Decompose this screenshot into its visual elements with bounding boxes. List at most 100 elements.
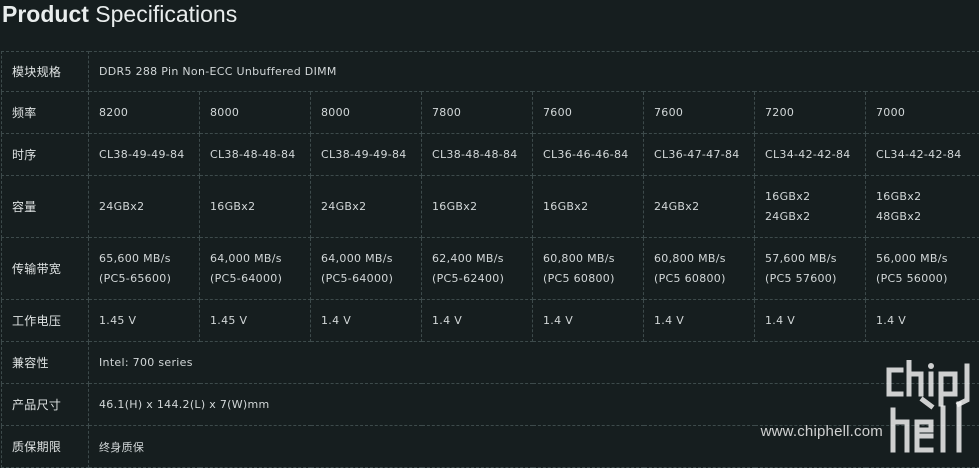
cell-text: 64,000 MB/s [210, 251, 282, 265]
table-cell: 7800 [421, 91, 533, 134]
table-cell: 1.4 V [754, 299, 866, 342]
cell-text: 16GBx2 [765, 189, 811, 203]
table-cell: 56,000 MB/s (PC5 56000) [864, 237, 979, 300]
table-cell: 7600 [643, 91, 755, 134]
table-row: 时序 CL38-49-49-84 CL38-48-48-84 CL38-49-49-8… [1, 133, 979, 176]
chiphell-logo [886, 360, 970, 453]
cell-text: 24GBx2 [321, 199, 367, 213]
page-title-bold: Product [2, 1, 89, 27]
cell-text: 16GBx2 [876, 189, 922, 203]
cell-text: 1.4 V [543, 313, 574, 327]
cell-text: 60,800 MB/s [654, 251, 726, 265]
cell-text: 1.4 V [321, 313, 352, 327]
row-label: 工作电压 [1, 299, 89, 342]
table-cell: 1.4 V [310, 299, 422, 342]
table-cell: CL38-48-48-84 [199, 133, 311, 176]
table-row: 模块规格 DDR5 288 Pin Non-ECC Unbuffered DIMM [1, 51, 979, 92]
row-label: 容量 [1, 175, 89, 238]
cell-text: (PC5 57600) [765, 271, 837, 285]
table-cell: CL38-49-49-84 [88, 133, 200, 176]
cell-text: 1.4 V [432, 313, 463, 327]
table-cell: CL36-47-47-84 [643, 133, 755, 176]
cell-text: (PC5 60800) [543, 271, 615, 285]
row-label: 质保期限 [1, 425, 89, 468]
table-cell: 1.4 V [532, 299, 644, 342]
table-row: 容量 24GBx2 16GBx2 24GBx2 16GBx2 16GBx2 24GBx2 16… [1, 175, 979, 238]
watermark-url: www.chiphell.com [760, 423, 883, 440]
cell-text: CL38-49-49-84 [321, 147, 407, 161]
page-title-rest: Specifications [95, 1, 238, 27]
table-cell: 16GBx2 [421, 175, 533, 238]
cell-text: CL36-47-47-84 [654, 147, 740, 161]
cell-text: 1.4 V [654, 313, 685, 327]
table-cell: 64,000 MB/s (PC5-64000) [310, 237, 422, 300]
cell-text: (PC5 60800) [654, 271, 726, 285]
cell-text: 16GBx2 [543, 199, 589, 213]
table-cell: CL38-48-48-84 [421, 133, 533, 176]
cell-text: CL34-42-42-84 [876, 147, 962, 161]
cell-text: (PC5-62400) [432, 271, 505, 285]
table-cell: 16GBx2 24GBx2 [754, 175, 866, 238]
cell-text: 1.4 V [765, 313, 796, 327]
cell-text: CL38-48-48-84 [210, 147, 296, 161]
table-cell: CL36-46-46-84 [532, 133, 644, 176]
table-cell: 57,600 MB/s (PC5 57600) [754, 237, 866, 300]
table-row: 频率 8200 8000 8000 7800 7600 7600 7200 7000 [1, 91, 979, 134]
cell-text: 16GBx2 [432, 199, 478, 213]
row-label: 时序 [1, 133, 89, 176]
table-cell: 60,800 MB/s (PC5 60800) [532, 237, 644, 300]
cell-text: 1.45 V [210, 313, 248, 327]
table-cell: 7200 [754, 91, 866, 134]
table-cell: 1.4 V [643, 299, 755, 342]
table-cell: 1.4 V [421, 299, 533, 342]
cell-text: 8000 [321, 105, 351, 119]
cell-text: (PC5-65600) [99, 271, 172, 285]
table-cell: CL34-42-42-84 [864, 133, 979, 176]
cell-text: CL36-46-46-84 [543, 147, 629, 161]
cell-text: 24GBx2 [99, 199, 145, 213]
cell-text: 24GBx2 [654, 199, 700, 213]
table-cell: 8200 [88, 91, 200, 134]
cell-text: (PC5-64000) [321, 271, 394, 285]
table-cell: 60,800 MB/s (PC5 60800) [643, 237, 755, 300]
table-cell: 1.4 V [864, 299, 979, 342]
cell-text: 24GBx2 [765, 209, 811, 223]
table-cell: 8000 [310, 91, 422, 134]
cell-text: CL34-42-42-84 [765, 147, 851, 161]
table-cell: 16GBx2 [532, 175, 644, 238]
cell-text: 60,800 MB/s [543, 251, 615, 265]
cell-text: (PC5 56000) [876, 271, 948, 285]
table-cell: 64,000 MB/s (PC5-64000) [199, 237, 311, 300]
table-cell: 24GBx2 [310, 175, 422, 238]
cell-text: 7600 [654, 105, 684, 119]
cell-text: 65,600 MB/s [99, 251, 171, 265]
row-label: 产品尺寸 [1, 383, 89, 426]
cell-text: 64,000 MB/s [321, 251, 393, 265]
cell-text: 16GBx2 [210, 199, 256, 213]
table-cell: CL34-42-42-84 [754, 133, 866, 176]
table-cell: 1.45 V [199, 299, 311, 342]
page-title: Product Specifications [2, 0, 237, 36]
table-cell: 16GBx2 [199, 175, 311, 238]
table-cell: 1.45 V [88, 299, 200, 342]
cell-text: 48GBx2 [876, 209, 922, 223]
cell-text: 56,000 MB/s [876, 251, 948, 265]
row-label: 频率 [1, 91, 89, 134]
row-label: 兼容性 [1, 341, 89, 384]
cell-text: (PC5-64000) [210, 271, 283, 285]
cell-text: 8200 [99, 105, 129, 119]
table-cell: 65,600 MB/s (PC5-65600) [88, 237, 200, 300]
row-label: 模块规格 [1, 51, 89, 92]
cell-text: 57,600 MB/s [765, 251, 837, 265]
table-cell: 8000 [199, 91, 311, 134]
table-cell: 7600 [532, 91, 644, 134]
table-cell: 62,400 MB/s (PC5-62400) [421, 237, 533, 300]
cell-text: 7600 [543, 105, 573, 119]
table-cell: 7000 [864, 91, 979, 134]
row-value: DDR5 288 Pin Non-ECC Unbuffered DIMM [87, 51, 979, 92]
watermark: www.chiphell.com [749, 338, 979, 468]
row-label: 传输带宽 [1, 237, 89, 300]
table-cell: 24GBx2 [643, 175, 755, 238]
table-cell: CL38-49-49-84 [310, 133, 422, 176]
cell-text: 8000 [210, 105, 240, 119]
